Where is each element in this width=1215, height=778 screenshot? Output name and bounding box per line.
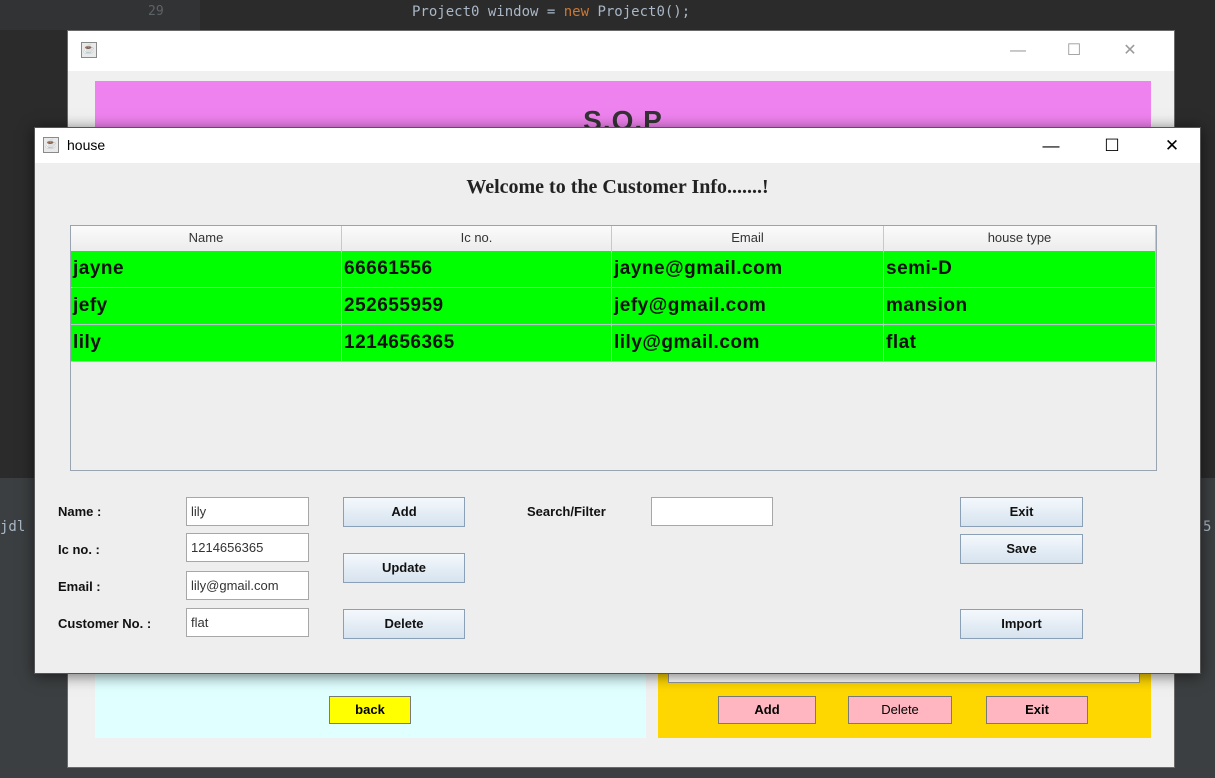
minimize-icon[interactable]: — <box>1021 128 1081 163</box>
cell-house-type[interactable]: semi-D <box>884 251 1156 287</box>
customer-no-field[interactable]: flat <box>186 608 309 637</box>
back-exit-button[interactable]: Exit <box>986 696 1088 724</box>
search-input[interactable] <box>651 497 773 526</box>
page-title: Welcome to the Customer Info.......! <box>466 176 769 198</box>
column-header-email[interactable]: Email <box>612 226 884 251</box>
column-header-ic[interactable]: Ic no. <box>342 226 612 251</box>
table-body: jayne 66661556 jayne@gmail.com semi-D je… <box>71 251 1156 362</box>
cell-ic[interactable]: 1214656365 <box>342 325 612 361</box>
ide-console-text-right: 5 <box>1203 519 1212 535</box>
add-button[interactable]: Add <box>343 497 465 527</box>
house-window: ☕ house — ☐ ✕ Welcome to the Customer In… <box>34 127 1201 674</box>
window-title: house <box>67 137 106 153</box>
table-row[interactable]: jayne 66661556 jayne@gmail.com semi-D <box>71 251 1156 288</box>
left-bottom-panel: back <box>95 671 646 738</box>
java-app-icon: ☕ <box>43 137 59 153</box>
maximize-icon[interactable]: ☐ <box>1082 128 1142 163</box>
ide-console-text-left: jdl <box>0 519 26 535</box>
email-field[interactable]: lily@gmail.com <box>186 571 309 600</box>
ide-code-line: Project0 window = new Project0(); <box>412 4 690 20</box>
house-titlebar: ☕ house — ☐ ✕ <box>35 128 1200 163</box>
import-button[interactable]: Import <box>960 609 1083 639</box>
save-button[interactable]: Save <box>960 534 1083 564</box>
back-button[interactable]: back <box>329 696 411 724</box>
code-keyword: new <box>563 4 590 20</box>
email-label: Email : <box>58 579 101 594</box>
cell-house-type[interactable]: flat <box>884 325 1156 361</box>
table-header: Name Ic no. Email house type <box>71 226 1156 251</box>
search-label: Search/Filter <box>527 504 606 519</box>
cell-ic[interactable]: 66661556 <box>342 251 612 287</box>
customer-no-label: Customer No. : <box>58 616 152 631</box>
back-delete-button[interactable]: Delete <box>848 696 952 724</box>
delete-button[interactable]: Delete <box>343 609 465 639</box>
ic-field[interactable]: 1214656365 <box>186 533 309 562</box>
code-prefix: Project0 window = <box>412 4 564 20</box>
back-add-button[interactable]: Add <box>718 696 816 724</box>
minimize-icon[interactable]: — <box>995 31 1041 71</box>
right-bottom-panel: Add Delete Exit <box>658 671 1151 738</box>
close-icon[interactable]: ✕ <box>1142 128 1202 163</box>
cell-name[interactable]: jefy <box>71 288 342 324</box>
column-header-house-type[interactable]: house type <box>884 226 1156 251</box>
cell-email[interactable]: lily@gmail.com <box>612 325 884 361</box>
cell-email[interactable]: jayne@gmail.com <box>612 251 884 287</box>
table-row[interactable]: lily 1214656365 lily@gmail.com flat <box>71 325 1156 362</box>
exit-button[interactable]: Exit <box>960 497 1083 527</box>
java-app-icon: ☕ <box>81 42 97 58</box>
ide-line-number: 29 <box>148 4 164 19</box>
maximize-icon[interactable]: ☐ <box>1051 31 1097 71</box>
cell-name[interactable]: jayne <box>71 251 342 287</box>
update-button[interactable]: Update <box>343 553 465 583</box>
name-label: Name : <box>58 504 102 519</box>
ide-gutter <box>0 0 200 30</box>
project0-titlebar: ☕ — ☐ ✕ <box>68 31 1174 71</box>
cell-name[interactable]: lily <box>71 325 342 361</box>
cell-house-type[interactable]: mansion <box>884 288 1156 324</box>
name-field[interactable]: lily <box>186 497 309 526</box>
table-row[interactable]: jefy 252655959 jefy@gmail.com mansion <box>71 288 1156 325</box>
cell-email[interactable]: jefy@gmail.com <box>612 288 884 324</box>
ic-label: Ic no. : <box>58 542 100 557</box>
code-suffix: Project0(); <box>589 4 691 20</box>
cell-ic[interactable]: 252655959 <box>342 288 612 324</box>
close-icon[interactable]: ✕ <box>1107 31 1153 71</box>
customer-table[interactable]: Name Ic no. Email house type jayne 66661… <box>70 225 1157 471</box>
column-header-name[interactable]: Name <box>71 226 342 251</box>
